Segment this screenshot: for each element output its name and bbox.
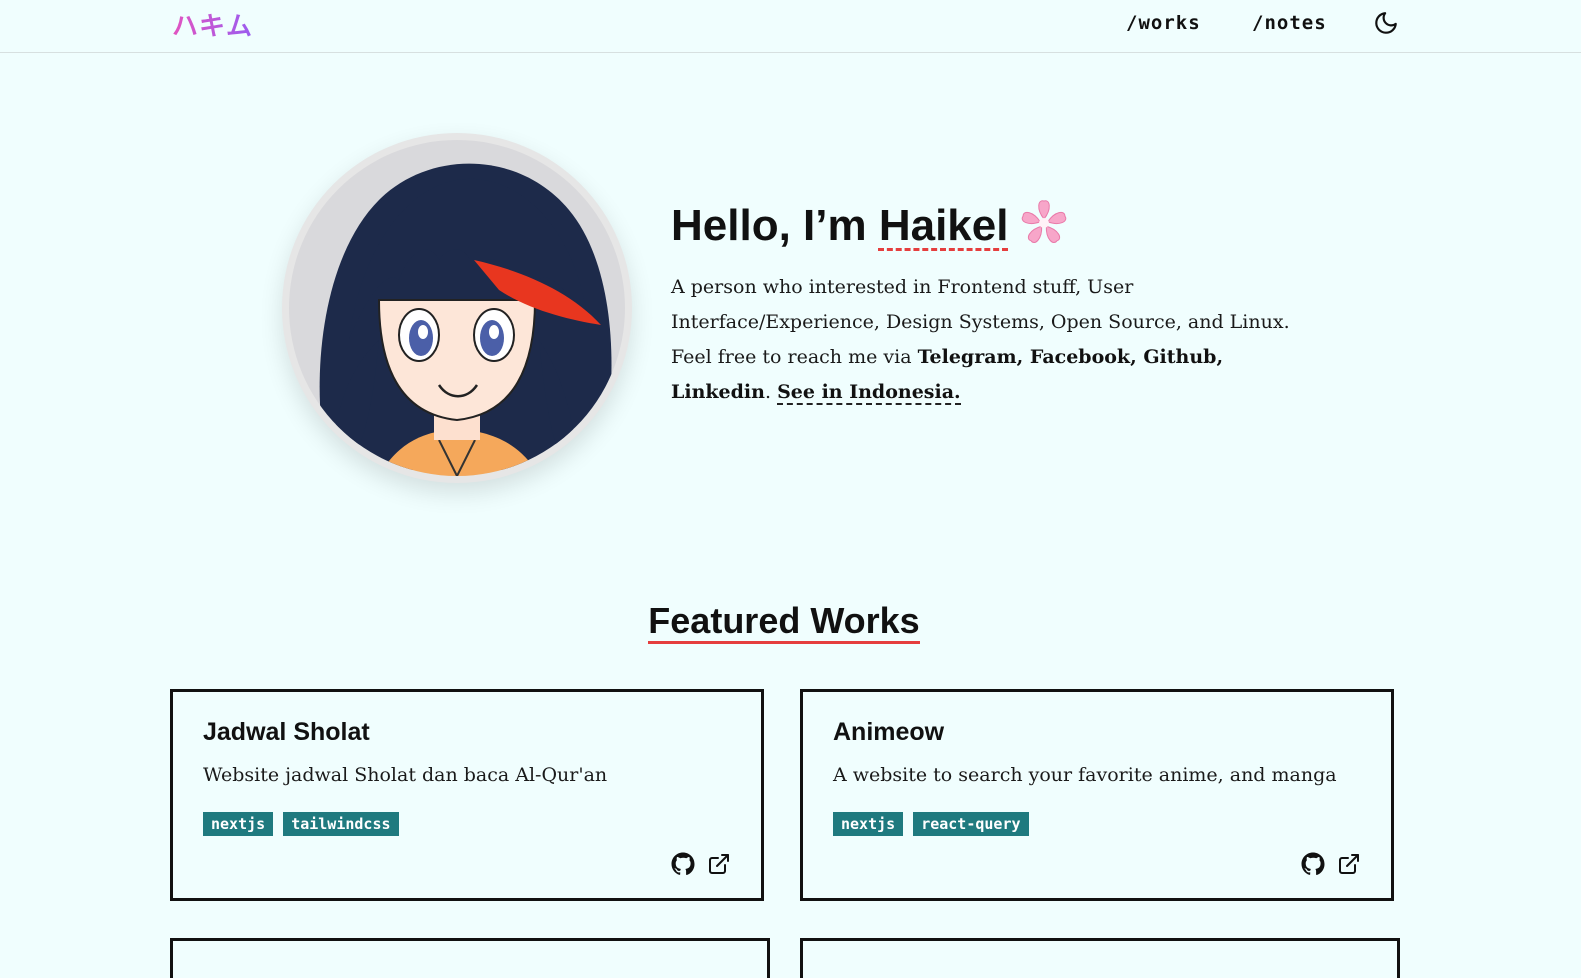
nav-notes-link[interactable]: /notes [1252, 12, 1327, 34]
separator: , [1016, 346, 1030, 368]
work-card-description: A website to search your favorite anime,… [833, 764, 1337, 786]
site-header: ハキム /works /notes [0, 0, 1581, 53]
separator: , [1130, 346, 1144, 368]
period: . [764, 381, 778, 403]
tag: nextjs [203, 812, 274, 836]
separator: , [1216, 346, 1224, 368]
linkedin-link[interactable]: Linkedin [671, 381, 765, 403]
work-card-partial[interactable] [170, 938, 770, 978]
telegram-link[interactable]: Telegram [918, 346, 1017, 368]
work-card[interactable]: Animeow A website to search your favorit… [800, 689, 1394, 901]
hero-name: Haikel [878, 201, 1009, 251]
github-icon[interactable] [1301, 852, 1325, 876]
github-link[interactable]: Github [1143, 346, 1216, 368]
featured-works-title: Featured Works [0, 600, 1568, 644]
hero-title: Hello, I’m Haikel [671, 198, 1070, 259]
hero-greeting: Hello, I’m [671, 201, 879, 251]
external-link-icon[interactable] [707, 852, 731, 876]
cherry-blossom-icon [1018, 198, 1070, 259]
see-in-indonesia-link[interactable]: See in Indonesia. [777, 381, 961, 405]
avatar-illustration [289, 140, 625, 476]
tag: react-query [913, 812, 1029, 836]
work-card-description: Website jadwal Sholat dan baca Al-Qur'an [203, 764, 608, 786]
moon-icon[interactable] [1373, 10, 1399, 36]
site-logo[interactable]: ハキム [172, 6, 253, 43]
work-card-partial[interactable] [800, 938, 1400, 978]
tag: nextjs [833, 812, 904, 836]
facebook-link[interactable]: Facebook [1030, 346, 1130, 368]
tag-list: nextjs react-query [833, 812, 1029, 836]
hero-description: A person who interested in Frontend stuf… [671, 270, 1311, 410]
nav-works-link[interactable]: /works [1126, 12, 1201, 34]
tag-list: nextjs tailwindcss [203, 812, 399, 836]
github-icon[interactable] [671, 852, 695, 876]
work-card-title[interactable]: Jadwal Sholat [203, 718, 370, 747]
external-link-icon[interactable] [1337, 852, 1361, 876]
work-card-title[interactable]: Animeow [833, 718, 944, 747]
featured-works-heading: Featured Works [648, 600, 920, 644]
avatar [282, 133, 632, 483]
work-card[interactable]: Jadwal Sholat Website jadwal Sholat dan … [170, 689, 764, 901]
tag: tailwindcss [283, 812, 399, 836]
